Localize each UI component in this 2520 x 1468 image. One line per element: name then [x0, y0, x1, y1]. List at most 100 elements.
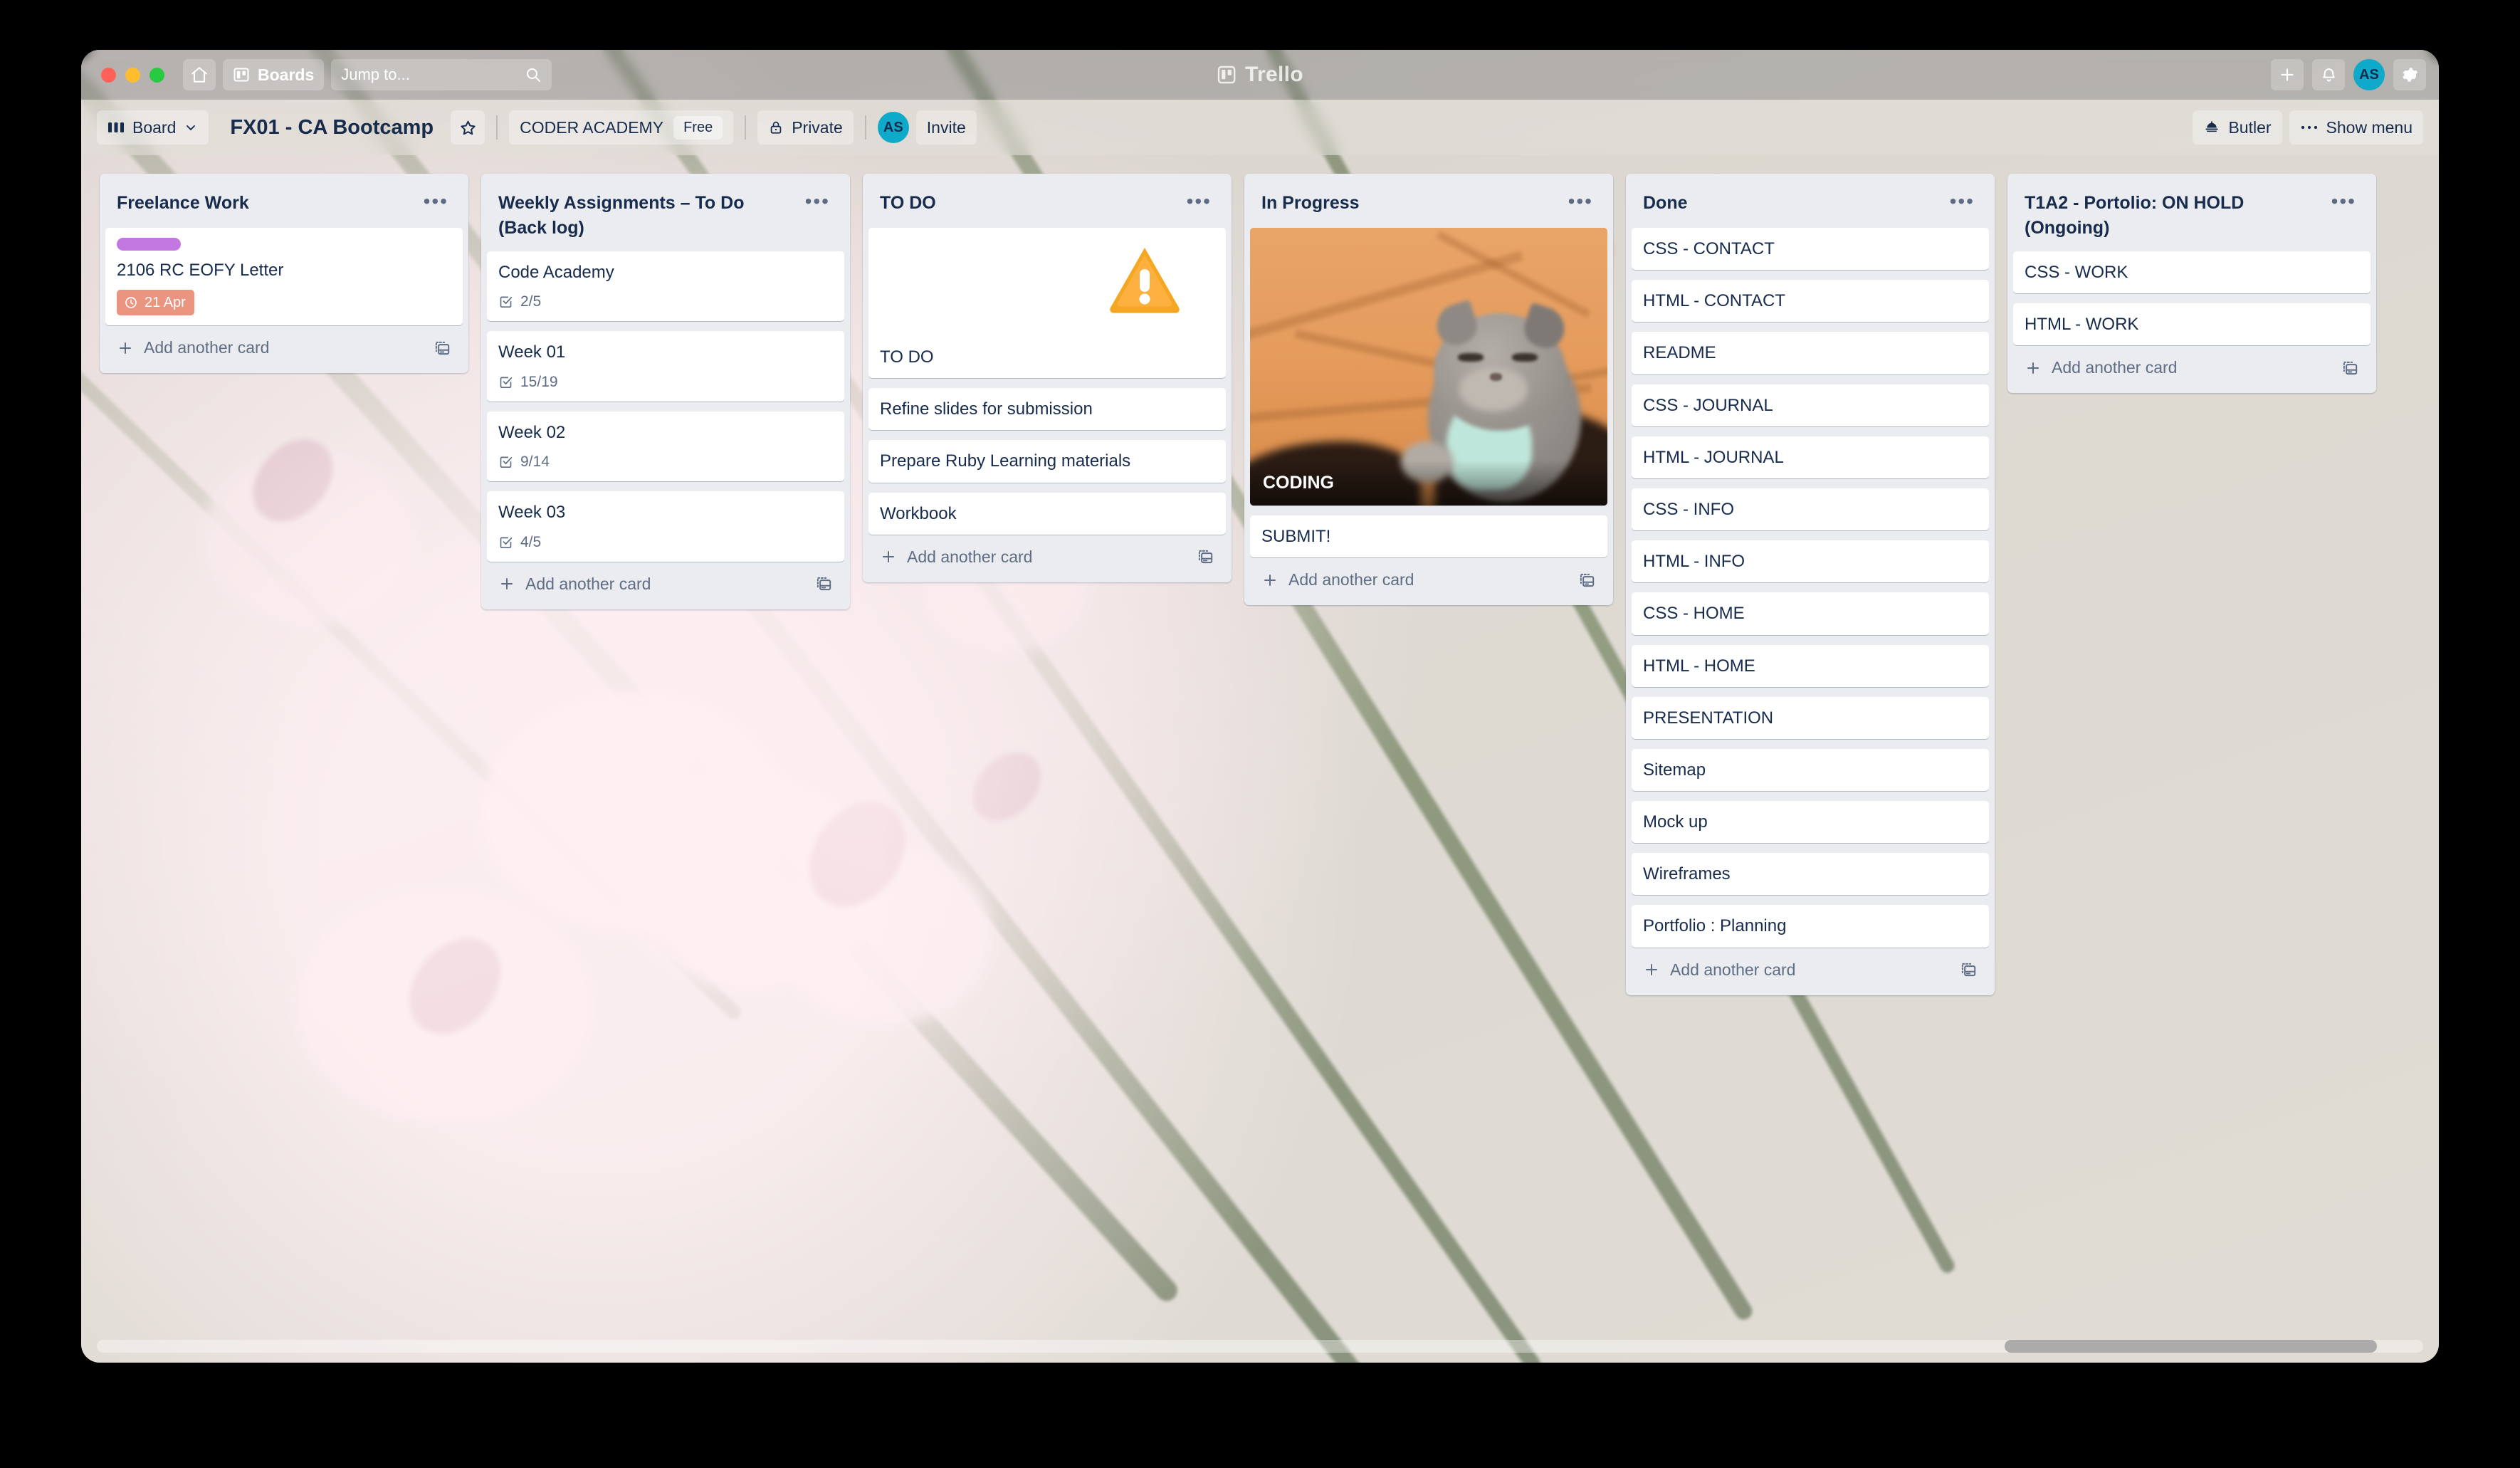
card-title: Code Academy — [498, 263, 614, 282]
card[interactable]: Prepare Ruby Learning materials — [868, 440, 1226, 483]
settings-button[interactable] — [2393, 59, 2426, 90]
checklist-count: 9/14 — [520, 453, 550, 471]
card[interactable]: PRESENTATION — [1632, 696, 1989, 739]
list-menu-icon[interactable]: ••• — [1564, 191, 1597, 216]
card[interactable]: Week 02 9/14 — [487, 411, 844, 482]
horizontal-scrollbar[interactable] — [97, 1340, 2423, 1353]
card-template-icon[interactable] — [1959, 960, 1978, 979]
card[interactable]: CSS - CONTACT — [1632, 228, 1989, 271]
card[interactable]: HTML - INFO — [1632, 540, 1989, 583]
show-menu-label: Show menu — [2326, 117, 2413, 137]
show-menu-button[interactable]: Show menu — [2289, 110, 2423, 145]
butler-label: Butler — [2228, 117, 2272, 137]
card-title: Prepare Ruby Learning materials — [880, 451, 1131, 471]
board-view-switcher[interactable]: Board — [97, 110, 209, 145]
card[interactable]: Refine slides for submission — [868, 388, 1226, 431]
checklist-icon — [498, 535, 513, 550]
list-menu-icon[interactable]: ••• — [801, 191, 834, 216]
card-with-cover[interactable]: CODING — [1250, 228, 1607, 505]
card[interactable]: Sitemap — [1632, 748, 1989, 792]
close-window-button[interactable] — [101, 67, 116, 83]
list-done[interactable]: Done ••• CSS - CONTACT HTML - CONTACT RE… — [1626, 174, 1995, 995]
list-title[interactable]: T1A2 - Portolio: ON HOLD (Ongoing) — [2025, 191, 2320, 240]
list-title[interactable]: In Progress — [1261, 191, 1360, 216]
checklist-icon — [498, 294, 513, 309]
card-with-cover[interactable]: TO DO — [868, 228, 1226, 379]
card-badges: 9/14 — [498, 452, 833, 471]
card-template-icon[interactable] — [2341, 359, 2359, 377]
card[interactable]: Workbook — [868, 492, 1226, 535]
list-weekly-assignments[interactable]: Weekly Assignments – To Do (Back log) ••… — [481, 174, 850, 609]
list-freelance-work[interactable]: Freelance Work ••• 2106 RC EOFY Letter 2… — [100, 174, 468, 374]
card[interactable]: CSS - HOME — [1632, 592, 1989, 635]
card-badges: 21 Apr — [117, 290, 451, 316]
add-another-card-button[interactable]: Add another card — [1632, 948, 1989, 990]
card[interactable]: Mock up — [1632, 801, 1989, 844]
board-member-initials: AS — [883, 119, 903, 135]
card[interactable]: HTML - CONTACT — [1632, 280, 1989, 323]
list-title[interactable]: Weekly Assignments – To Do (Back log) — [498, 191, 794, 240]
butler-button[interactable]: Butler — [2193, 110, 2282, 145]
add-another-card-button[interactable]: Add another card — [105, 325, 463, 367]
user-avatar[interactable]: AS — [2353, 59, 2385, 90]
card[interactable]: CSS - INFO — [1632, 488, 1989, 531]
home-button[interactable] — [183, 59, 216, 90]
card-title: CSS - HOME — [1643, 604, 1745, 624]
card[interactable]: SUBMIT! — [1250, 515, 1607, 558]
list-in-progress[interactable]: In Progress ••• CODING SUBMIT! Add anoth… — [1244, 174, 1613, 606]
card-template-icon[interactable] — [433, 339, 451, 357]
horizontal-scrollbar-thumb[interactable] — [2004, 1340, 2377, 1353]
list-to-do[interactable]: TO DO ••• TO DO Refine slides for submis… — [863, 174, 1232, 582]
card[interactable]: CSS - WORK — [2013, 251, 2371, 294]
board-canvas[interactable]: Freelance Work ••• 2106 RC EOFY Letter 2… — [81, 155, 2439, 1363]
add-button[interactable] — [2271, 59, 2304, 90]
card[interactable]: HTML - WORK — [2013, 303, 2371, 346]
ellipsis-icon — [2300, 124, 2319, 131]
add-another-card-button[interactable]: Add another card — [2013, 345, 2371, 387]
card-template-icon[interactable] — [814, 575, 833, 593]
card-title: CSS - INFO — [1643, 499, 1735, 519]
window-traffic-lights[interactable] — [94, 67, 176, 83]
card[interactable]: HTML - HOME — [1632, 644, 1989, 687]
card-title: CSS - JOURNAL — [1643, 395, 1773, 415]
card-template-icon[interactable] — [1196, 547, 1214, 566]
board-member-avatar[interactable]: AS — [877, 112, 909, 143]
chevron-down-icon — [184, 120, 198, 135]
maximize-window-button[interactable] — [149, 67, 164, 83]
list-t1a2-portfolio[interactable]: T1A2 - Portolio: ON HOLD (Ongoing) ••• C… — [2007, 174, 2376, 394]
list-menu-icon[interactable]: ••• — [419, 191, 453, 216]
board-title[interactable]: FX01 - CA Bootcamp — [216, 116, 443, 140]
add-another-card-button[interactable]: Add another card — [1250, 557, 1607, 599]
add-another-card-button[interactable]: Add another card — [868, 535, 1226, 577]
card[interactable]: Portfolio : Planning — [1632, 905, 1989, 948]
list-menu-icon[interactable]: ••• — [2327, 191, 2361, 216]
card[interactable]: Week 03 4/5 — [487, 491, 844, 562]
card[interactable]: Code Academy 2/5 — [487, 251, 844, 322]
card[interactable]: CSS - JOURNAL — [1632, 384, 1989, 426]
card[interactable]: Wireframes — [1632, 853, 1989, 896]
star-board-button[interactable] — [451, 110, 485, 145]
add-another-card-button[interactable]: Add another card — [487, 562, 844, 604]
organization-chip[interactable]: CODER ACADEMY Free — [509, 110, 734, 145]
card-title: Workbook — [880, 503, 957, 523]
card-template-icon[interactable] — [1577, 571, 1596, 589]
card-label-purple — [117, 238, 181, 251]
card-title: CSS - CONTACT — [1643, 239, 1775, 258]
notifications-button[interactable] — [2312, 59, 2345, 90]
app-top-bar: Boards Jump to... Trello AS — [81, 50, 2439, 100]
list-menu-icon[interactable]: ••• — [1182, 191, 1216, 216]
list-title[interactable]: Done — [1643, 191, 1688, 216]
list-title[interactable]: Freelance Work — [117, 191, 249, 216]
card[interactable]: README — [1632, 332, 1989, 374]
minimize-window-button[interactable] — [125, 67, 140, 83]
search-input[interactable]: Jump to... — [331, 59, 552, 90]
boards-button[interactable]: Boards — [223, 59, 325, 90]
list-title[interactable]: TO DO — [880, 191, 936, 216]
visibility-button[interactable]: Private — [757, 110, 854, 145]
card[interactable]: 2106 RC EOFY Letter 21 Apr — [105, 228, 463, 326]
invite-label: Invite — [926, 117, 966, 137]
card[interactable]: HTML - JOURNAL — [1632, 436, 1989, 478]
invite-button[interactable]: Invite — [915, 110, 977, 145]
list-menu-icon[interactable]: ••• — [1946, 191, 1979, 216]
card[interactable]: Week 01 15/19 — [487, 331, 844, 402]
